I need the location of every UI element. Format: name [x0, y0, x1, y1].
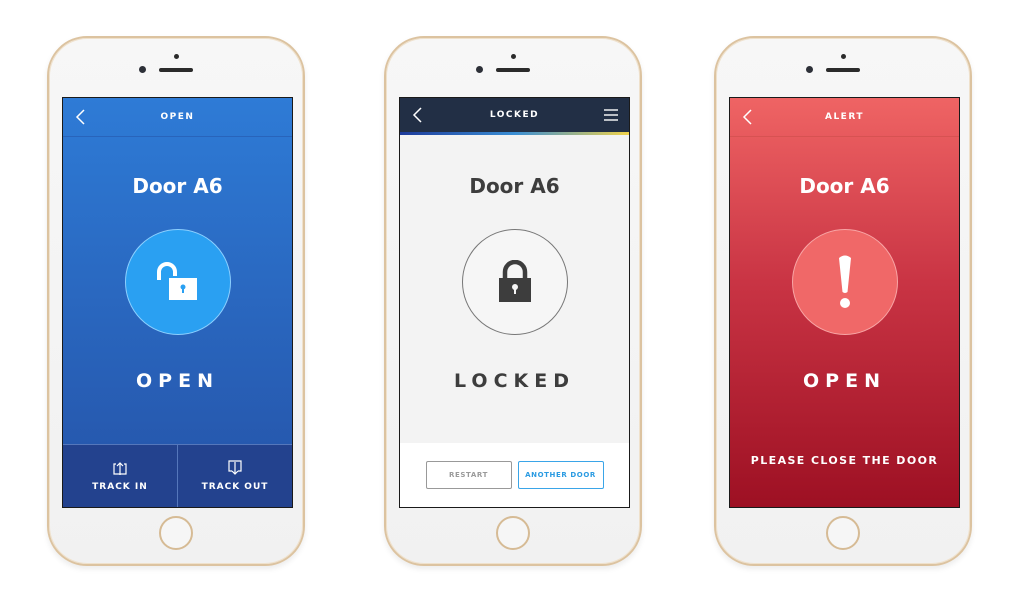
track-out-icon: [228, 460, 242, 475]
door-name: Door A6: [469, 174, 560, 198]
track-in-label: TRACK IN: [92, 482, 148, 492]
screen-alert: ALERT Door A6 OPEN PLEASE CLOSE THE DOOR: [729, 97, 960, 508]
track-actions: TRACK IN TRACK OUT: [63, 444, 292, 507]
alert-message: PLEASE CLOSE THE DOOR: [750, 454, 939, 467]
status-text: OPEN: [803, 370, 886, 392]
header-title: LOCKED: [489, 110, 540, 120]
sensor-dot: [174, 54, 179, 59]
lock-status-circle[interactable]: [124, 229, 231, 335]
status-text: LOCKED: [454, 370, 575, 392]
front-camera: [476, 66, 483, 73]
front-camera: [139, 66, 146, 73]
track-in-button[interactable]: TRACK IN: [63, 445, 177, 507]
back-arrow-icon[interactable]: [73, 108, 89, 126]
phone-locked: LOCKED Door A6 LOCKED RESTART ANOTHER DO…: [384, 36, 642, 566]
track-out-button[interactable]: TRACK OUT: [177, 445, 292, 507]
phone-open: OPEN Door A6 OPEN TRACK IN TRACK OUT: [47, 36, 305, 566]
header-title: OPEN: [160, 112, 195, 122]
front-camera: [806, 66, 813, 73]
footer-actions: RESTART ANOTHER DOOR: [400, 443, 629, 507]
home-button[interactable]: [159, 516, 193, 550]
header-gradient-line: [400, 132, 629, 135]
header-bar: LOCKED: [400, 98, 629, 132]
door-name: Door A6: [799, 174, 890, 198]
restart-button[interactable]: RESTART: [425, 461, 512, 489]
hamburger-menu-icon[interactable]: [603, 107, 619, 123]
track-in-icon: [113, 462, 127, 475]
sensor-dot: [511, 54, 516, 59]
earpiece-speaker: [826, 68, 860, 72]
header-bar: ALERT: [730, 98, 959, 137]
back-arrow-icon[interactable]: [410, 106, 426, 124]
screen-open: OPEN Door A6 OPEN TRACK IN TRACK OUT: [62, 97, 293, 508]
earpiece-speaker: [496, 68, 530, 72]
screen-locked: LOCKED Door A6 LOCKED RESTART ANOTHER DO…: [399, 97, 630, 508]
unlocked-padlock-icon: [156, 262, 197, 300]
header-title: ALERT: [824, 112, 864, 122]
track-out-label: TRACK OUT: [201, 482, 269, 492]
earpiece-speaker: [159, 68, 193, 72]
locked-padlock-icon: [498, 260, 531, 302]
phone-alert: ALERT Door A6 OPEN PLEASE CLOSE THE DOOR: [714, 36, 972, 566]
status-text: OPEN: [136, 370, 219, 392]
exclamation-icon: [838, 255, 851, 308]
lock-status-circle[interactable]: [461, 229, 568, 335]
alert-status-circle[interactable]: [791, 229, 898, 335]
sensor-dot: [841, 54, 846, 59]
door-name: Door A6: [132, 174, 223, 198]
back-arrow-icon[interactable]: [740, 108, 756, 126]
another-door-button[interactable]: ANOTHER DOOR: [517, 461, 604, 489]
header-bar: OPEN: [63, 98, 292, 137]
home-button[interactable]: [826, 516, 860, 550]
home-button[interactable]: [496, 516, 530, 550]
